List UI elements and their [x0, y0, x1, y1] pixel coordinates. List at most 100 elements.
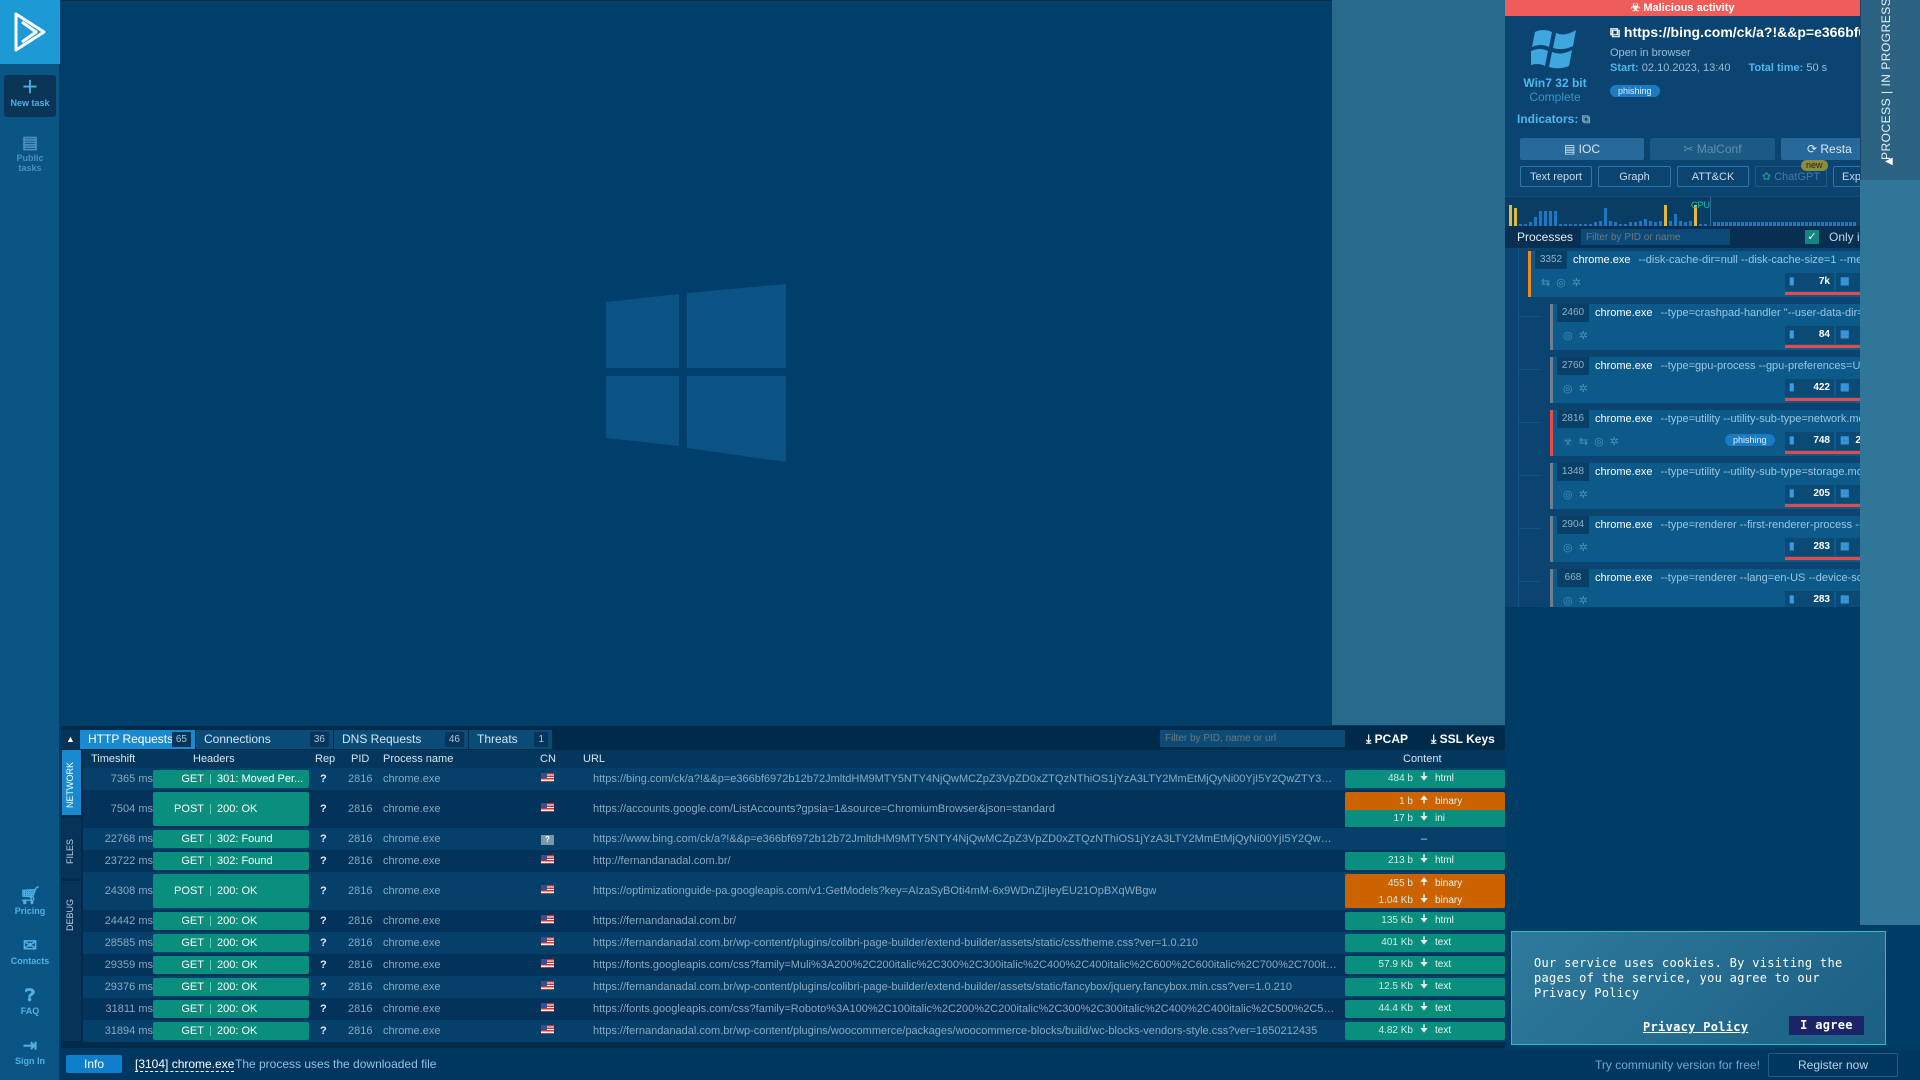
- url[interactable]: https://fernandanadal.com.br/: [593, 915, 736, 927]
- content-badge[interactable]: 135 Kb 🠋 html: [1345, 912, 1505, 930]
- restart-button[interactable]: ⟳ Resta: [1781, 138, 1860, 160]
- files-count[interactable]: ▮ 205: [1785, 485, 1834, 503]
- network-filter-input[interactable]: [1160, 730, 1345, 747]
- process-panel-tab[interactable]: PROCESS | IN PROGRESS ◀: [1860, 0, 1920, 180]
- registry-count[interactable]: ▦248: [1836, 432, 1860, 450]
- vm-screen[interactable]: [61, 0, 1332, 725]
- table-row[interactable]: 7365 ms GET 301: Moved Per... ? 2816 chro…: [83, 768, 1505, 790]
- register-button[interactable]: Register now: [1768, 1053, 1898, 1077]
- registry-count[interactable]: ▦2k: [1836, 273, 1860, 291]
- agree-button[interactable]: I agree: [1789, 1016, 1864, 1035]
- public-tasks-button[interactable]: ▤ Public tasks: [4, 133, 56, 173]
- pricing-button[interactable]: 🛒︎ Pricing: [4, 886, 56, 916]
- malconf-button[interactable]: ✂ MalConf: [1650, 138, 1775, 160]
- registry-count[interactable]: ▦11: [1836, 485, 1860, 503]
- collapse-panel-button[interactable]: ▲: [61, 730, 80, 749]
- url[interactable]: https://optimizationguide-pa.googleapis.…: [593, 885, 1156, 897]
- pcap-download-button[interactable]: ⤓ PCAP: [1366, 732, 1408, 747]
- url[interactable]: https://accounts.google.com/ListAccounts…: [593, 803, 1055, 815]
- headers-badge[interactable]: POST 200: OK: [153, 874, 309, 908]
- url[interactable]: https://fonts.googleapis.com/css?family=…: [593, 959, 1338, 971]
- vtab-files[interactable]: FILES: [62, 818, 81, 878]
- vtab-network[interactable]: NETWORK: [62, 750, 81, 815]
- files-count[interactable]: ▮ 422: [1785, 379, 1834, 397]
- headers-badge[interactable]: GET 200: OK: [153, 1022, 309, 1040]
- process-item[interactable]: 2816 chrome.exe --type=utility --utility-…: [1550, 410, 1860, 456]
- indicators-copy-icon[interactable]: ⧉: [1582, 112, 1591, 126]
- table-row[interactable]: 7504 ms POST 200: OK ? 2816 chrome.exe ht…: [83, 790, 1505, 828]
- files-count[interactable]: ▮ 84: [1785, 326, 1834, 344]
- process-item[interactable]: 668 chrome.exe --type=renderer --lang=en-…: [1550, 569, 1860, 607]
- content-badge[interactable]: 1 b 🠉 binary 17 b 🠋 ini: [1345, 792, 1505, 827]
- process-filter-input[interactable]: [1581, 229, 1730, 245]
- table-row[interactable]: 31811 ms GET 200: OK ? 2816 chrome.exe ht…: [83, 998, 1505, 1020]
- ssl-keys-download-button[interactable]: ⤓ SSL Keys: [1431, 732, 1495, 747]
- table-row[interactable]: 22768 ms GET 302: Found ? 2816 chrome.exe…: [83, 828, 1505, 850]
- registry-count[interactable]: ▦8: [1836, 326, 1860, 344]
- content-badge[interactable]: 455 b 🠉 binary 1.04 Kb 🠋 binary: [1345, 874, 1505, 908]
- url[interactable]: https://bing.com/ck/a?!&&p=e366bf6972b12…: [593, 773, 1338, 785]
- text-report-button[interactable]: Text report: [1520, 166, 1592, 187]
- contacts-button[interactable]: ✉ Contacts: [4, 936, 56, 966]
- registry-count[interactable]: ▦22: [1836, 379, 1860, 397]
- files-count[interactable]: ▮ 7k: [1785, 273, 1834, 291]
- attck-button[interactable]: ATT&CK: [1677, 166, 1749, 187]
- files-count[interactable]: ▮ 748: [1785, 432, 1834, 450]
- col-pid[interactable]: PID: [351, 750, 369, 768]
- tag-badge[interactable]: phishing: [1610, 85, 1660, 97]
- tab-threats[interactable]: Threats 1: [469, 730, 552, 749]
- process-item[interactable]: 2904 chrome.exe --type=renderer --first-r…: [1550, 516, 1860, 562]
- process-item[interactable]: 1348 chrome.exe --type=utility --utility-…: [1550, 463, 1860, 509]
- table-row[interactable]: 24308 ms POST 200: OK ? 2816 chrome.exe h…: [83, 872, 1505, 910]
- task-url[interactable]: ⧉ https://bing.com/ck/a?!&&p=e366bf6: [1610, 24, 1860, 41]
- vtab-debug[interactable]: DEBUG: [62, 881, 81, 1041]
- headers-badge[interactable]: GET 302: Found: [153, 852, 309, 870]
- headers-badge[interactable]: GET 200: OK: [153, 978, 309, 996]
- headers-badge[interactable]: GET 200: OK: [153, 912, 309, 930]
- col-process[interactable]: Process name: [383, 750, 453, 768]
- headers-badge[interactable]: POST 200: OK: [153, 792, 309, 826]
- table-row[interactable]: 23722 ms GET 302: Found ? 2816 chrome.exe…: [83, 850, 1505, 872]
- col-timeshift[interactable]: Timeshift: [91, 750, 135, 768]
- ioc-button[interactable]: ▤ IOC: [1520, 138, 1644, 160]
- registry-count[interactable]: ▦15: [1836, 538, 1860, 556]
- process-item[interactable]: 2760 chrome.exe --type=gpu-process --gpu-…: [1550, 357, 1860, 403]
- status-process-link[interactable]: [3104] chrome.exe: [135, 1057, 235, 1072]
- headers-badge[interactable]: GET 200: OK: [153, 1000, 309, 1018]
- headers-badge[interactable]: GET 200: OK: [153, 956, 309, 974]
- table-row[interactable]: 31894 ms GET 200: OK ? 2816 chrome.exe ht…: [83, 1020, 1505, 1042]
- only-important-checkbox[interactable]: ✓: [1805, 230, 1819, 244]
- privacy-policy-link[interactable]: Privacy Policy: [1643, 1020, 1748, 1035]
- files-count[interactable]: ▮ 283: [1785, 538, 1834, 556]
- table-row[interactable]: 24442 ms GET 200: OK ? 2816 chrome.exe ht…: [83, 910, 1505, 932]
- new-task-button[interactable]: ＋ New task: [4, 75, 56, 117]
- table-row[interactable]: 29359 ms GET 200: OK ? 2816 chrome.exe ht…: [83, 954, 1505, 976]
- app-logo[interactable]: [0, 0, 60, 64]
- url[interactable]: https://fernandanadal.com.br/wp-content/…: [593, 1025, 1317, 1037]
- process-item[interactable]: 2460 chrome.exe --type=crashpad-handler "…: [1550, 304, 1860, 350]
- graph-button[interactable]: Graph: [1598, 166, 1671, 187]
- headers-badge[interactable]: GET 301: Moved Per...: [153, 770, 309, 788]
- tab-connections[interactable]: Connections 36: [196, 730, 333, 749]
- sign-in-button[interactable]: ⇥ Sign In: [4, 1036, 56, 1066]
- tab-dns-requests[interactable]: DNS Requests 46: [334, 730, 468, 749]
- headers-badge[interactable]: GET 302: Found: [153, 830, 309, 848]
- url[interactable]: https://www.bing.com/ck/a?!&&p=e366bf697…: [593, 833, 1338, 845]
- copy-icon[interactable]: ⧉: [1610, 24, 1624, 40]
- url[interactable]: http://fernandanadal.com.br/: [593, 855, 731, 867]
- process-item[interactable]: 3352 chrome.exe --disk-cache-dir=null --d…: [1528, 251, 1860, 297]
- content-badge[interactable]: 4.82 Kb 🠋 text: [1345, 1022, 1505, 1040]
- url[interactable]: https://fernandanadal.com.br/wp-content/…: [593, 937, 1198, 949]
- content-badge[interactable]: 57.9 Kb 🠋 text: [1345, 956, 1505, 974]
- headers-badge[interactable]: GET 200: OK: [153, 934, 309, 952]
- url[interactable]: https://fonts.googleapis.com/css?family=…: [593, 1003, 1338, 1015]
- export-button[interactable]: Exp: [1833, 166, 1860, 187]
- content-badge[interactable]: 213 b 🠋 html: [1345, 852, 1505, 870]
- content-badge[interactable]: 401 Kb 🠋 text: [1345, 934, 1505, 952]
- url[interactable]: https://fernandanadal.com.br/wp-content/…: [593, 981, 1292, 993]
- content-badge[interactable]: 44.4 Kb 🠋 text: [1345, 1000, 1505, 1018]
- table-row[interactable]: 29376 ms GET 200: OK ? 2816 chrome.exe ht…: [83, 976, 1505, 998]
- files-count[interactable]: ▮ 283: [1785, 591, 1834, 607]
- content-badge[interactable]: 484 b 🠋 html: [1345, 770, 1505, 788]
- info-button[interactable]: Info: [66, 1055, 122, 1073]
